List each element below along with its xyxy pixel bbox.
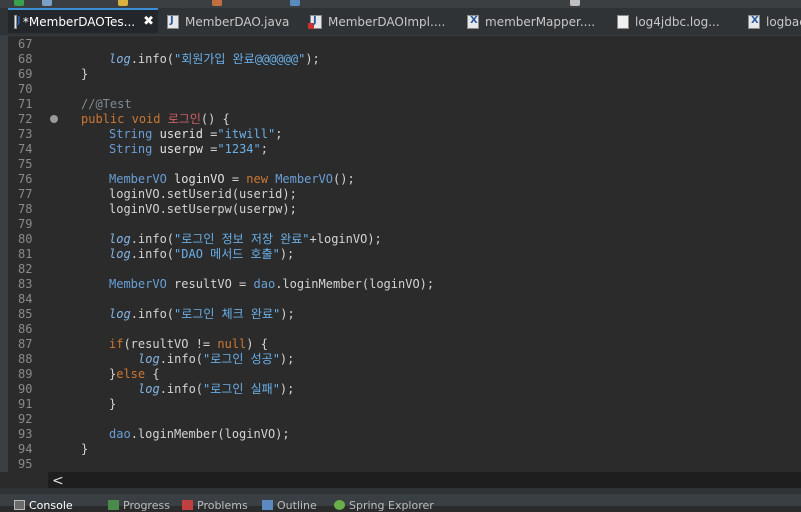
tab-console[interactable]: Console [14,498,73,512]
scroll-left-arrow-icon[interactable]: < [52,473,64,489]
code-line-69: } [81,67,89,81]
console-icon [14,500,25,510]
bottom-panel-tabs: Console Progress Problems Outline Spring… [0,488,801,512]
tab-problems[interactable]: Problems [182,498,248,512]
line-number: 87 [18,337,33,351]
code-line-90: log.info("로그인 실패"); [138,382,295,396]
line-number: 71 [18,97,33,111]
main-toolbar [0,0,801,8]
close-icon[interactable]: ✖ [143,14,154,29]
xml-file-icon [467,14,479,29]
code-line-91: } [109,397,117,411]
new-class-icon[interactable] [212,0,222,6]
tab-memberdaoimpl[interactable]: MemberDAOImpl.... [308,8,446,35]
line-number: 76 [18,172,33,186]
tab-label: Progress [123,498,170,512]
tab-progress[interactable]: Progress [108,498,170,512]
line-number: 90 [18,382,33,396]
code-line-87: if(resultVO != null) { [109,337,268,351]
code-line-76: MemberVO loginVO = new MemberVO(); [109,172,355,186]
search-icon[interactable] [290,0,300,6]
line-number: 73 [18,127,33,141]
line-number: 74 [18,142,33,156]
code-line-85: log.info("로그인 체크 완료"); [109,307,295,321]
tab-log4jdbc[interactable]: log4jdbc.log... [617,8,720,35]
line-number: 84 [18,292,33,306]
package-icon[interactable] [118,0,128,6]
code-editor[interactable]: 67 68 69 70 71 72 73 74 75 76 77 78 79 8… [0,36,801,472]
code-line-83: MemberVO resultVO = dao.loginMember(logi… [109,277,435,291]
run-icon[interactable] [14,0,24,6]
line-number: 95 [18,457,33,471]
line-number: 91 [18,397,33,411]
tab-label: *MemberDAOTes... [22,14,136,29]
code-line-88: log.info("로그인 성공"); [138,352,295,366]
line-number: 93 [18,427,33,441]
code-line-93: dao.loginMember(loginVO); [109,427,290,441]
nav-icon[interactable] [570,0,580,6]
progress-icon [108,500,119,510]
code-line-68: log.info("회원가입 완료@@@@@@"); [109,52,320,66]
tab-outline[interactable]: Outline [262,498,317,512]
code-line-77: loginVO.setUserid(userid); [109,187,297,201]
line-number: 85 [18,307,33,321]
line-number: 78 [18,202,33,216]
code-line-78: loginVO.setUserpw(userpw); [109,202,297,216]
code-line-71: //@Test [81,97,132,111]
scrollbar-corner [0,472,48,488]
tab-memberdaotest[interactable]: *MemberDAOTes... ✖ [8,8,158,33]
tab-label: Spring Explorer [349,498,434,512]
line-number: 89 [18,367,33,381]
debug-icon[interactable] [42,0,52,6]
code-line-74: String userpw ="1234"; [109,142,268,156]
code-line-72: public void 로그인() { [81,112,230,126]
line-number: 86 [18,322,33,336]
tab-membermapper[interactable]: memberMapper.... [467,8,595,35]
problems-icon [182,500,193,510]
tab-memberdao[interactable]: MemberDAO.java [167,8,289,35]
xml-file-icon [748,14,760,29]
line-number: 67 [18,37,33,51]
tab-label: Problems [197,498,248,512]
code-line-94: } [81,442,89,456]
outline-icon [262,500,273,510]
tab-label: memberMapper.... [485,14,596,29]
line-number: 77 [18,187,33,201]
tab-label: log4jdbc.log... [635,14,720,29]
overview-ruler [0,36,8,472]
line-number: 83 [18,277,33,291]
java-file-icon [14,14,20,29]
line-number: 92 [18,412,33,426]
line-number: 75 [18,157,33,171]
line-number-gutter: 67 68 69 70 71 72 73 74 75 76 77 78 79 8… [8,36,58,472]
tab-label: MemberDAO.java [185,14,290,29]
code-line-89: }else { [109,367,160,381]
line-number: 69 [18,67,33,81]
line-number: 79 [18,217,33,231]
java-file-error-icon [308,14,322,29]
tab-label: logbac [766,14,801,29]
line-number: 72 [18,112,33,126]
editor-tab-bar: *MemberDAOTes... ✖ MemberDAO.java Member… [0,8,801,36]
code-line-80: log.info("로그인 정보 저장 완료"+loginVO); [109,232,382,246]
line-number: 88 [18,352,33,366]
line-number: 82 [18,262,33,276]
line-number: 68 [18,52,33,66]
spring-icon [334,500,345,510]
line-number: 94 [18,442,33,456]
tab-logback[interactable]: logbac [748,8,801,35]
properties-file-icon [617,14,629,29]
horizontal-scrollbar[interactable]: < [48,472,801,489]
line-number: 80 [18,232,33,246]
code-line-81: log.info("DAO 메서드 호출"); [109,247,295,261]
tab-spring-explorer[interactable]: Spring Explorer [334,498,434,512]
line-number: 81 [18,247,33,261]
code-text-area[interactable]: log.info("회원가입 완료@@@@@@"); } //@Test pub… [48,36,801,472]
code-line-73: String userid ="itwill"; [109,127,283,141]
line-number: 70 [18,82,33,96]
tab-label: MemberDAOImpl.... [328,14,446,29]
tab-label: Outline [277,498,317,512]
tab-label: Console [29,498,73,512]
java-file-icon [167,14,179,29]
